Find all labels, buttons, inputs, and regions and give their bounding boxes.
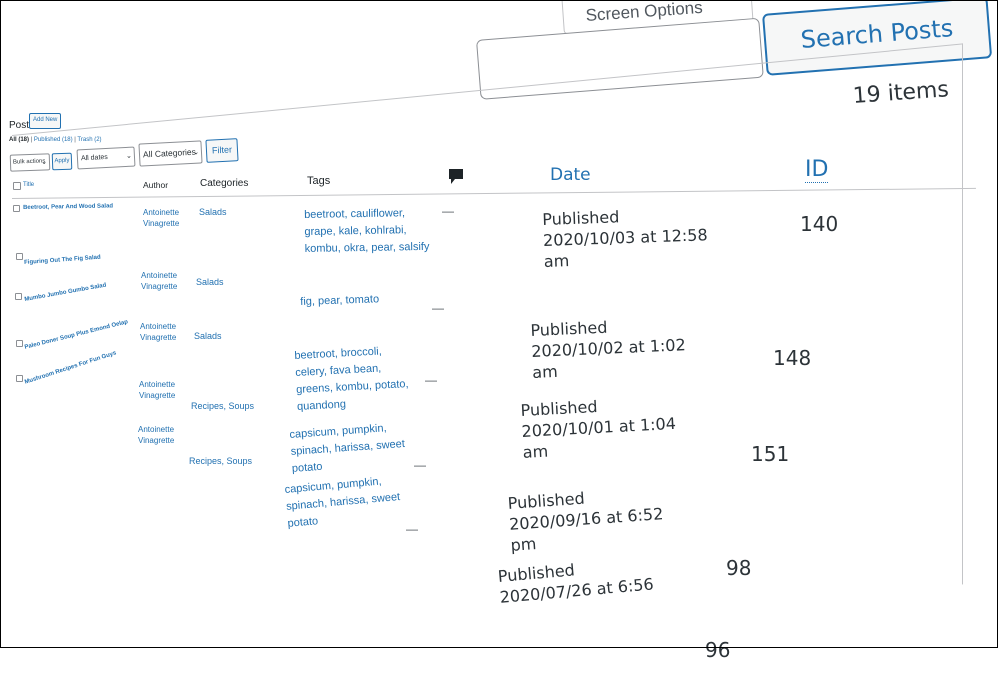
- post-date-value: 2020/10/02 at 1:02 am: [530, 335, 687, 382]
- post-id: 151: [751, 442, 790, 466]
- post-title-link[interactable]: Beetroot, Pear And Wood Salad: [23, 203, 113, 211]
- category-link[interactable]: Salads: [199, 207, 227, 217]
- row-checkbox[interactable]: [13, 205, 20, 212]
- date-filter-select[interactable]: All dates ⌄: [76, 146, 136, 170]
- view-trash-link[interactable]: Trash (2): [77, 137, 101, 143]
- column-header-date[interactable]: Date: [550, 165, 591, 185]
- items-count: 19 items: [852, 77, 950, 109]
- category-link[interactable]: Recipes, Soups: [189, 456, 252, 466]
- comment-count: —: [406, 522, 418, 536]
- post-date-value: 2020/10/03 at 12:58 am: [542, 225, 708, 271]
- column-header-id[interactable]: ID: [805, 157, 829, 183]
- row-checkbox[interactable]: [16, 375, 23, 382]
- post-date: Published 2020/10/03 at 12:58 am: [542, 202, 744, 272]
- comment-count: —: [442, 204, 454, 218]
- chevron-down-icon: ⌄: [125, 152, 133, 160]
- comment-count: —: [432, 301, 444, 315]
- row-checkbox[interactable]: [16, 253, 23, 260]
- add-new-button[interactable]: Add New: [29, 113, 62, 129]
- comment-count: —: [425, 373, 437, 387]
- row-checkbox[interactable]: [16, 340, 23, 347]
- author-link[interactable]: Antoinette Vinagrette: [138, 424, 188, 446]
- posts-table-frame: [12, 43, 963, 676]
- category-filter-select[interactable]: All Categories ⌄: [138, 140, 203, 167]
- author-link[interactable]: Antoinette Vinagrette: [143, 207, 193, 229]
- bulk-actions-select[interactable]: Bulk actions ⌄: [9, 153, 51, 172]
- tags-list[interactable]: capsicum, pumpkin, spinach, harissa, swe…: [284, 472, 403, 533]
- post-date: Published 2020/09/16 at 6:52 pm: [507, 480, 701, 556]
- category-link[interactable]: Salads: [196, 277, 224, 287]
- category-filter-value: All Categories: [142, 146, 197, 160]
- post-id: 148: [773, 346, 812, 370]
- post-id: 98: [726, 556, 752, 580]
- tags-list[interactable]: capsicum, pumpkin, spinach, harissa, swe…: [289, 419, 407, 478]
- post-title-link[interactable]: Mushroom Recipes For Fun Guys: [24, 350, 117, 385]
- post-date: Published 2020/07/26 at 6:56: [497, 549, 690, 607]
- column-header-title[interactable]: Title: [23, 182, 34, 188]
- author-link[interactable]: Antoinette Vinagrette: [139, 379, 189, 401]
- post-date-value: 2020/10/01 at 1:04 am: [521, 413, 677, 462]
- status-views: All (18) | Published (18) | Trash (2): [9, 137, 102, 143]
- tags-list[interactable]: fig, pear, tomato: [300, 289, 431, 311]
- comment-bubble-icon[interactable]: [448, 168, 464, 185]
- comment-count: —: [414, 458, 426, 472]
- author-link[interactable]: Antoinette Vinagrette: [141, 270, 191, 292]
- post-id: 96: [705, 638, 731, 662]
- tags-list[interactable]: beetroot, broccoli, celery, fava bean, g…: [294, 342, 412, 416]
- row-checkbox[interactable]: [15, 293, 22, 300]
- filter-button[interactable]: Filter: [205, 138, 239, 163]
- screen-options-label: Screen Options: [585, 0, 704, 25]
- select-all-checkbox[interactable]: [13, 182, 21, 190]
- column-header-author: Author: [143, 180, 169, 190]
- category-link[interactable]: Recipes, Soups: [191, 401, 254, 411]
- search-posts-button[interactable]: Search Posts: [762, 0, 993, 76]
- chevron-down-icon: ⌄: [40, 158, 48, 166]
- column-header-categories: Categories: [200, 178, 249, 189]
- view-published-link[interactable]: Published (18): [34, 137, 73, 143]
- post-id: 140: [800, 212, 839, 236]
- post-title-link[interactable]: Figuring Out The Fig Salad: [24, 255, 101, 266]
- post-title-link[interactable]: Mumbo Jumbo Gumbo Salad: [24, 283, 107, 303]
- post-date: Published 2020/10/01 at 1:04 am: [520, 390, 713, 463]
- tags-list[interactable]: beetroot, cauliflower, grape, kale, kohl…: [304, 205, 430, 258]
- author-link[interactable]: Antoinette Vinagrette: [140, 321, 190, 343]
- chevron-down-icon: ⌄: [192, 148, 200, 156]
- apply-button[interactable]: Apply: [51, 152, 73, 171]
- category-link[interactable]: Salads: [194, 331, 222, 341]
- post-date: Published 2020/10/02 at 1:02 am: [530, 311, 733, 383]
- date-filter-value: All dates: [80, 153, 109, 163]
- view-all-link[interactable]: All (18): [9, 137, 29, 143]
- search-input[interactable]: [476, 17, 764, 100]
- column-header-tags: Tags: [307, 175, 331, 187]
- post-title-link[interactable]: Paleo Doner Soup Plus Emond Oelap: [24, 319, 129, 351]
